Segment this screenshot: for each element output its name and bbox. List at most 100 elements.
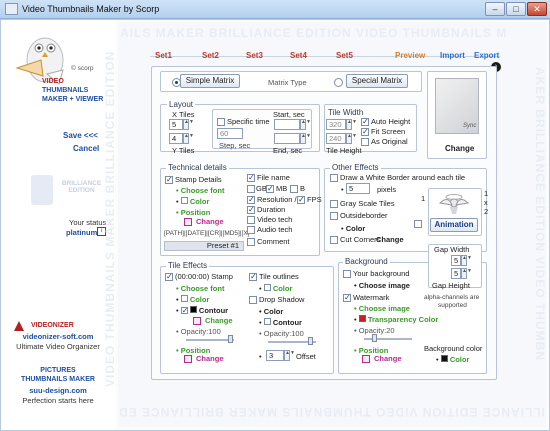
start-spinner[interactable]: ▲▼ [300,119,311,130]
tile-width-input[interactable]: 320 [326,119,346,130]
file-name-checkbox[interactable] [247,174,255,182]
te-opacity-thumb[interactable] [228,335,233,343]
step-set2[interactable]: Set2 [202,51,219,60]
tech-color-checkbox[interactable] [180,197,188,204]
wm-opacity-thumb[interactable] [372,334,377,342]
minimize-button[interactable]: – [485,2,505,16]
step-preview[interactable]: Preview [395,51,425,60]
gap-width-spinner[interactable]: ▲▼ [461,255,472,266]
duration-checkbox[interactable] [247,206,255,214]
outside-color-button[interactable]: Color [346,224,366,233]
promo1-link[interactable]: videonizer-soft.com [11,332,105,341]
outside-border-checkbox[interactable] [330,212,338,220]
end-input[interactable] [274,133,300,144]
comment-checkbox[interactable] [247,238,255,246]
te-opacity-label: Opacity:100 [180,327,221,336]
tile-outlines-checkbox[interactable] [249,273,257,281]
gray-scale-checkbox[interactable] [330,200,338,208]
gap-height-input[interactable]: 5 [451,268,461,279]
maximize-button[interactable]: □ [506,2,526,16]
transparency-swatch[interactable] [358,315,366,322]
contour-swatch[interactable] [189,306,197,313]
tech-choose-font-button[interactable]: Choose font [181,186,225,195]
step-set3[interactable]: Set3 [246,51,263,60]
stamp-checkbox[interactable] [165,273,173,281]
wm-change-button[interactable]: Change [374,354,402,363]
offset-input[interactable]: 3 [266,350,284,361]
cancel-button[interactable]: Cancel [73,144,99,153]
end-spinner[interactable]: ▲▼ [300,133,311,144]
y-tiles-input[interactable]: 4 [169,133,183,144]
auto-height-checkbox[interactable] [361,118,369,126]
save-button[interactable]: Save <<< [63,131,98,140]
matrix-change-button[interactable]: Change [445,144,474,153]
contour-checkbox[interactable] [180,307,188,314]
b-checkbox[interactable] [290,185,298,193]
te-color-button[interactable]: Color [190,295,210,304]
cut-corners-checkbox[interactable] [330,236,338,244]
promo2-link[interactable]: suu-design.com [11,386,105,395]
y-tiles-label: Y Tiles [172,146,195,155]
gb-checkbox[interactable] [247,185,255,193]
shadow-color-button[interactable]: Color [264,307,284,316]
te-change-button[interactable]: Change [196,354,224,363]
te-color-checkbox[interactable] [180,295,188,302]
watermark-checkbox[interactable] [343,294,351,302]
start-input[interactable] [274,119,300,130]
tile-height-input[interactable]: 240 [326,133,346,144]
shadow-contour-checkbox[interactable] [263,318,271,325]
drop-shadow-checkbox[interactable] [249,296,257,304]
drop-shadow-label: Drop Shadow [259,295,305,304]
special-matrix-button[interactable]: Special Matrix [346,74,408,88]
x-tiles-input[interactable]: 5 [169,119,183,130]
outline-color-checkbox[interactable] [263,284,271,291]
bg-color-swatch[interactable] [440,355,448,362]
close-button[interactable]: ✕ [527,2,547,16]
promo2-tagline: Perfection starts here [22,396,94,405]
te-choose-font-button[interactable]: Choose font [181,284,225,293]
animation-checkbox[interactable] [414,220,422,228]
step-set1[interactable]: Set1 [155,51,172,60]
x-tiles-spinner[interactable]: ▲▼ [183,119,194,130]
audio-tech-checkbox[interactable] [247,226,255,234]
bg-color-button[interactable]: Color [450,355,470,364]
resolution-checkbox[interactable] [247,196,255,204]
white-border-checkbox[interactable] [330,174,338,182]
step-set5[interactable]: Set5 [336,51,353,60]
preset-select[interactable]: Preset #1 [164,241,244,251]
tech-change-button[interactable]: Change [196,217,224,226]
step-export[interactable]: Export [474,51,499,60]
step-import[interactable]: Import [440,51,465,60]
tech-template-text: [PATH]|[DATE]|[CR]|[MD5]|[X] [164,230,250,237]
specific-time-checkbox[interactable] [217,118,225,126]
fps-checkbox[interactable] [297,196,305,204]
te-opacity-slider[interactable] [186,339,234,341]
step-set4[interactable]: Set4 [290,51,307,60]
border-pixels-select[interactable]: 5 [346,183,370,194]
as-original-checkbox[interactable] [361,138,369,146]
tile-height-spinner[interactable]: ▲▼ [346,133,357,144]
contour-change-button[interactable]: Change [205,316,233,325]
tile-outlines-label: Tile outlines [259,272,299,281]
offset-spinner[interactable]: ▲▼ [284,350,295,361]
simple-matrix-button[interactable]: Simple Matrix [180,74,240,88]
cut-corners-change-button[interactable]: Change [376,235,404,244]
shadow-opacity-thumb[interactable] [308,337,313,345]
tile-width-spinner[interactable]: ▲▼ [346,119,357,130]
gap-width-input[interactable]: 5 [451,255,461,266]
mb-checkbox[interactable] [266,185,274,193]
stamp-details-checkbox[interactable] [165,176,173,184]
animation-button[interactable]: Animation [430,218,478,232]
video-tech-checkbox[interactable] [247,216,255,224]
step-input[interactable]: 60 [217,128,243,139]
transparency-color-button[interactable]: Transparency Color [368,315,438,324]
bg-choose-image-button[interactable]: Choose image [359,281,410,290]
your-background-checkbox[interactable] [343,270,351,278]
outline-color-button[interactable]: Color [273,284,293,293]
fit-screen-checkbox[interactable] [361,128,369,136]
gap-height-spinner[interactable]: ▲▼ [461,268,472,279]
wm-choose-image-button[interactable]: Choose image [359,304,410,313]
tech-color-button[interactable]: Color [190,197,210,206]
special-matrix-radio[interactable] [334,78,343,87]
y-tiles-spinner[interactable]: ▲▼ [183,133,194,144]
